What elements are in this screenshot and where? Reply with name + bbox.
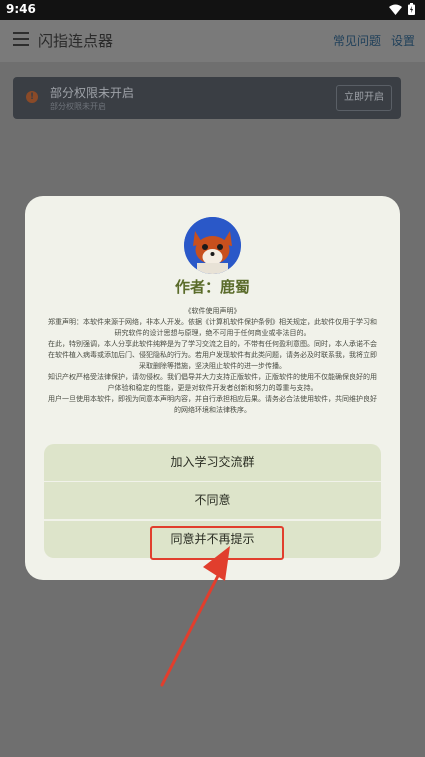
- warning-icon: !: [26, 91, 38, 103]
- banner-title: 部分权限未开启: [50, 86, 135, 100]
- declaration-heading: 《软件使用声明》: [184, 307, 241, 315]
- declaration-paragraph: 在此，特别强调，本人分享此软件纯粹是为了学习交流之目的，不带有任何盈利意图。同时…: [48, 340, 377, 370]
- declaration-paragraph: 用户一旦使用本软件，即视为同意本声明内容，并自行承担相应后果。请务必合法使用软件…: [48, 395, 377, 414]
- status-bar: 9:46: [0, 0, 425, 20]
- app-title: 闪指连点器: [38, 32, 114, 50]
- author-label: 作者：: [174, 278, 220, 296]
- disagree-button[interactable]: 不同意: [44, 482, 381, 519]
- declaration-paragraph: 郑重声明：本软件来源于网络，非本人开发。依据《计算机软件保护条例》相关规定，此软…: [48, 318, 377, 337]
- settings-link[interactable]: 设置: [391, 32, 415, 49]
- fox-avatar-icon: [184, 217, 241, 274]
- battery-icon: [408, 3, 415, 15]
- highlight-box: [150, 526, 284, 560]
- declaration-text: 《软件使用声明》 郑重声明：本软件来源于网络，非本人开发。依据《计算机软件保护条…: [45, 306, 380, 416]
- join-group-button[interactable]: 加入学习交流群: [44, 444, 381, 481]
- declaration-dialog: 作者：鹿蜀 《软件使用声明》 郑重声明：本软件来源于网络，非本人开发。依据《计算…: [25, 196, 400, 580]
- status-time: 9:46: [6, 2, 36, 16]
- banner-subtitle: 部分权限未开启: [50, 102, 106, 111]
- menu-icon[interactable]: [13, 32, 29, 46]
- faq-link[interactable]: 常见问题: [333, 32, 381, 49]
- declaration-paragraph: 知识产权严格受法律保护，请勿侵权。我们倡导并大力支持正版软件，正版软件的使用不仅…: [48, 373, 377, 392]
- permission-banner: ! 部分权限未开启 部分权限未开启 立即开启: [13, 77, 401, 119]
- app-bar: 闪指连点器 常见问题 设置: [0, 20, 425, 62]
- avatar: [184, 217, 241, 274]
- wifi-icon: [389, 4, 402, 15]
- status-icons: [389, 3, 415, 15]
- author-name: 鹿蜀: [220, 278, 251, 296]
- enable-now-button[interactable]: 立即开启: [336, 85, 392, 111]
- author-line: 作者：鹿蜀: [25, 276, 400, 297]
